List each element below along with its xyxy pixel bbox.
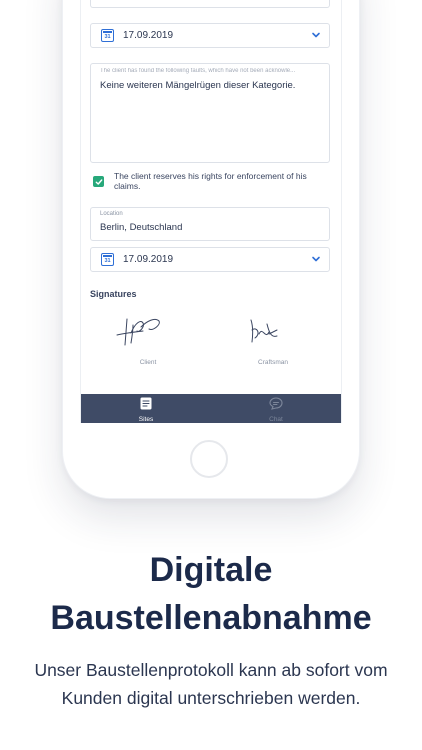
tab-sites-label: Sites xyxy=(138,416,154,423)
signatures-title: Signatures xyxy=(90,289,137,299)
chevron-down-icon xyxy=(312,32,320,38)
tab-sites[interactable]: Sites xyxy=(116,397,176,423)
craftsman-signature-label: Craftsman xyxy=(258,359,288,366)
subtext-line-1: Unser Baustellenprotokoll kann ab sofort… xyxy=(34,660,388,680)
rights-checkbox[interactable] xyxy=(93,176,104,187)
headline: Digitale Baustellenabnahme xyxy=(0,546,422,642)
rights-checkbox-row[interactable]: The client reserves his rights for enfor… xyxy=(93,171,325,191)
date-picker-2[interactable]: 31 17.09.2019 xyxy=(90,247,330,272)
subtext-line-2: Kunden digital unterschrieben werden. xyxy=(61,688,361,708)
rights-checkbox-label: The client reserves his rights for enfor… xyxy=(114,171,307,191)
previous-field[interactable] xyxy=(90,0,330,8)
location-label: Location xyxy=(100,211,123,217)
date-value-2: 17.09.2019 xyxy=(123,254,174,265)
checkmark-icon xyxy=(95,178,102,185)
subtext: Unser Baustellenprotokoll kann ab sofort… xyxy=(0,656,422,712)
document-icon xyxy=(140,397,152,410)
tab-bar: Sites Chat xyxy=(81,394,341,423)
chevron-down-icon xyxy=(312,256,320,262)
date-picker-1[interactable]: 31 17.09.2019 xyxy=(90,23,330,48)
home-button[interactable] xyxy=(190,440,228,478)
location-field[interactable]: Location Berlin, Deutschland xyxy=(90,207,330,241)
calendar-icon: 31 xyxy=(101,253,114,266)
app-screen: 31 17.09.2019 The client has found the f… xyxy=(80,0,342,423)
headline-line-1: Digitale xyxy=(149,551,273,589)
faults-placeholder: The client has found the following fault… xyxy=(100,68,296,74)
tab-chat[interactable]: Chat xyxy=(246,397,306,423)
tab-chat-label: Chat xyxy=(269,416,283,423)
location-value: Berlin, Deutschland xyxy=(100,222,183,233)
client-signature[interactable] xyxy=(115,313,165,347)
date-value-1: 17.09.2019 xyxy=(123,30,174,41)
calendar-icon: 31 xyxy=(101,29,114,42)
headline-line-2: Baustellenabnahme xyxy=(50,599,372,637)
faults-textarea[interactable]: The client has found the following fault… xyxy=(90,63,330,163)
chat-icon xyxy=(269,397,283,410)
faults-value: Keine weiteren Mängelrügen dieser Katego… xyxy=(100,80,296,91)
client-signature-label: Client xyxy=(139,359,157,366)
craftsman-signature[interactable] xyxy=(247,316,281,346)
